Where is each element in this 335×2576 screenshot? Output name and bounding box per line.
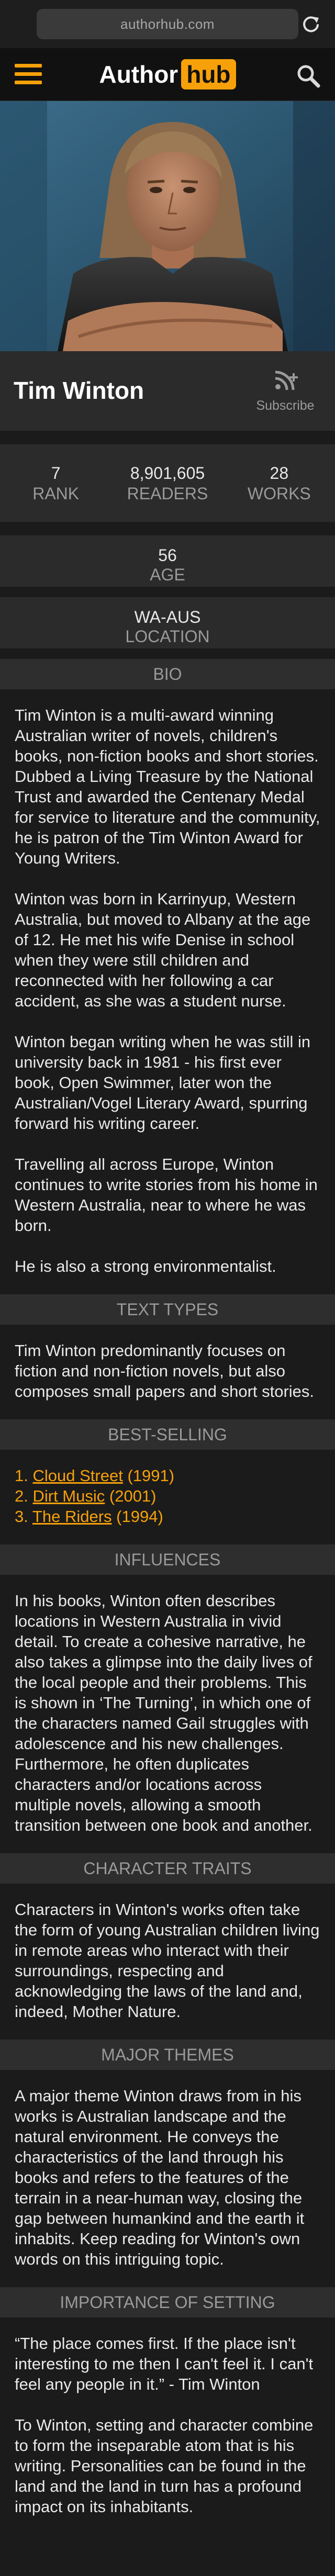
author-photo: [0, 101, 335, 351]
text-types-paragraph: Tim Winton predominantly focuses on fict…: [15, 1341, 315, 1401]
book-link-dirt-music[interactable]: Dirt Music: [32, 1487, 105, 1505]
book-year: (2001): [109, 1487, 157, 1505]
section-heading-character-traits: CHARACTER TRAITS: [0, 1853, 335, 1884]
url-text: authorhub.com: [120, 16, 215, 32]
section-body-bio: Tim Winton is a multi-award winning Aust…: [0, 689, 335, 1294]
list-item: 1. Cloud Street (1991): [15, 1465, 320, 1486]
character-traits-paragraph: Characters in Winton's works often take …: [15, 1900, 320, 2021]
logo-text-second: hub: [181, 59, 236, 89]
section-heading-setting: IMPORTANCE OF SETTING: [0, 2287, 335, 2317]
author-name: Tim Winton: [14, 377, 144, 404]
section-heading-text-types: TEXT TYPES: [0, 1294, 335, 1325]
stat-value: 28: [270, 464, 289, 483]
location-card: WA-AUS LOCATION: [0, 597, 335, 648]
section-body-best-selling: 1. Cloud Street (1991) 2. Dirt Music (20…: [0, 1450, 335, 1544]
bio-paragraph: Travelling all across Europe, Winton con…: [15, 1155, 318, 1235]
stat-label: WORKS: [247, 484, 311, 503]
stat-value: 8,901,605: [130, 464, 205, 483]
stat-label: READERS: [127, 484, 208, 503]
bio-paragraph: He is also a strong environmentalist.: [15, 1257, 276, 1275]
section-body-influences: In his books, Winton often describes loc…: [0, 1575, 335, 1853]
subscribe-label: Subscribe: [256, 398, 315, 413]
list-number: 2.: [15, 1487, 28, 1505]
search-icon[interactable]: [295, 63, 321, 89]
influences-paragraph: In his books, Winton often describes loc…: [15, 1592, 312, 1834]
list-item: 3. The Riders (1994): [15, 1506, 320, 1527]
setting-paragraph: To Winton, setting and character combine…: [15, 2416, 314, 2516]
location-label: LOCATION: [125, 627, 210, 646]
browser-url-bar: authorhub.com: [0, 0, 335, 48]
app-header: Author hub: [0, 48, 335, 101]
list-number: 3.: [15, 1507, 28, 1526]
section-body-character-traits: Characters in Winton's works often take …: [0, 1884, 335, 2040]
stats-row: 7 RANK 8,901,605 READERS 28 WORKS: [0, 444, 335, 522]
section-body-setting: “The place comes first. If the place isn…: [0, 2317, 335, 2535]
bio-paragraph: Winton began writing when he was still i…: [15, 1033, 311, 1133]
section-heading-bio: BIO: [0, 659, 335, 689]
book-link-cloud-street[interactable]: Cloud Street: [32, 1466, 122, 1485]
section-body-major-themes: A major theme Winton draws from in his w…: [0, 2070, 335, 2287]
stat-label: RANK: [32, 484, 80, 503]
major-themes-paragraph: A major theme Winton draws from in his w…: [15, 2087, 305, 2268]
bio-paragraph: Tim Winton is a multi-award winning Aust…: [15, 706, 320, 867]
section-heading-influences: INFLUENCES: [0, 1544, 335, 1575]
stat-value: 7: [51, 464, 61, 483]
subscribe-button[interactable]: Subscribe: [251, 366, 319, 413]
section-heading-major-themes: MAJOR THEMES: [0, 2040, 335, 2070]
reload-icon[interactable]: [300, 14, 321, 35]
logo-text-first: Author: [99, 61, 178, 88]
age-value: 56: [158, 546, 177, 565]
rss-add-icon: [275, 371, 298, 390]
list-number: 1.: [15, 1466, 28, 1485]
stat-readers: 8,901,605 READERS: [111, 444, 223, 522]
list-item: 2. Dirt Music (2001): [15, 1486, 320, 1506]
menu-icon[interactable]: [15, 64, 42, 85]
url-field[interactable]: authorhub.com: [37, 9, 298, 39]
location-value: WA-AUS: [134, 608, 201, 626]
section-body-text-types: Tim Winton predominantly focuses on fict…: [0, 1325, 335, 1419]
section-heading-best-selling: BEST-SELLING: [0, 1419, 335, 1450]
age-label: AGE: [150, 565, 185, 584]
site-logo[interactable]: Author hub: [99, 59, 236, 89]
book-year: (1991): [127, 1466, 175, 1485]
setting-quote: “The place comes first. If the place isn…: [15, 2334, 314, 2393]
stat-works: 28 WORKS: [224, 444, 335, 522]
stat-rank: 7 RANK: [0, 444, 111, 522]
bio-paragraph: Winton was born in Karrinyup, Western Au…: [15, 890, 311, 1010]
age-card: 56 AGE: [0, 535, 335, 587]
book-link-the-riders[interactable]: The Riders: [32, 1507, 112, 1526]
profile-header: Tim Winton Subscribe: [0, 351, 335, 431]
book-year: (1994): [116, 1507, 163, 1526]
